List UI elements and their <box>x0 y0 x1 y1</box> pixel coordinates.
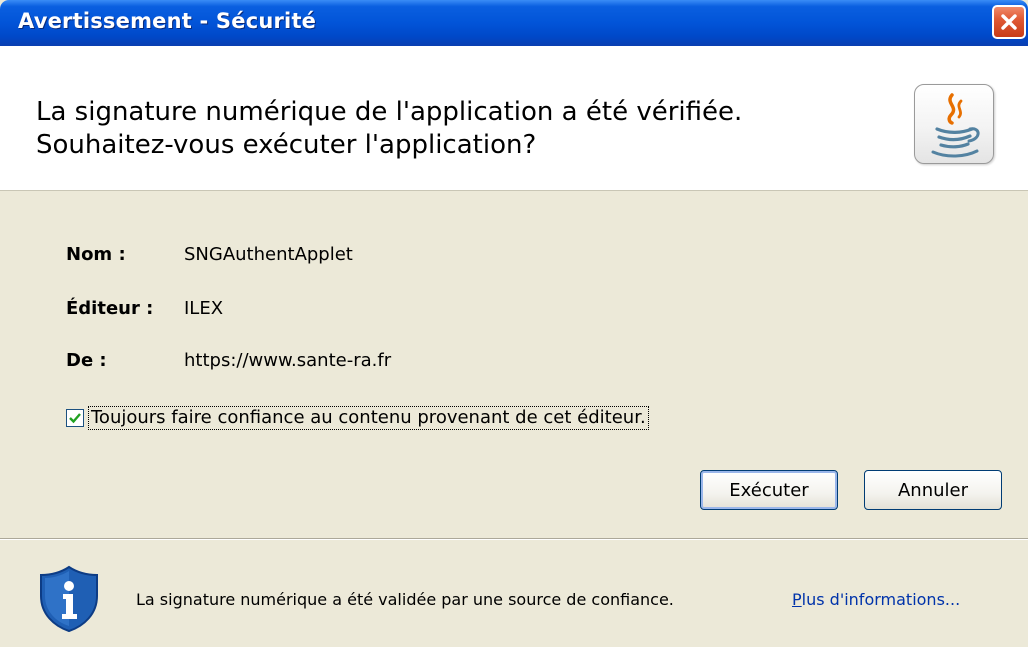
window-title: Avertissement - Sécurité <box>18 9 317 33</box>
cancel-button[interactable]: Annuler <box>864 470 1002 510</box>
header-line-1: La signature numérique de l'application … <box>36 97 743 127</box>
checkmark-icon <box>69 413 81 424</box>
trust-checkbox-row[interactable]: Toujours faire confiance au contenu prov… <box>66 405 649 431</box>
detail-publisher-label: Éditeur : <box>66 298 154 319</box>
header-line-2: Souhaitez-vous exécuter l'application? <box>36 130 537 160</box>
trust-checkbox-label[interactable]: Toujours faire confiance au contenu prov… <box>88 406 649 430</box>
detail-from-label: De : <box>66 350 107 371</box>
header-message: La signature numérique de l'application … <box>36 96 896 162</box>
trust-checkbox[interactable] <box>66 409 84 427</box>
more-info-link[interactable]: Plus d'informations... <box>792 590 960 609</box>
more-info-link-first: P <box>792 590 802 609</box>
java-logo-icon <box>914 84 994 164</box>
dialog-header: La signature numérique de l'application … <box>0 46 1028 191</box>
close-button[interactable] <box>992 5 1026 39</box>
shield-info-icon <box>40 565 98 633</box>
close-icon <box>1001 14 1017 30</box>
footer-message: La signature numérique a été validée par… <box>136 590 674 609</box>
detail-from-value: https://www.sante-ra.fr <box>184 350 392 371</box>
detail-name-value: SNGAuthentApplet <box>184 244 353 265</box>
detail-name-label: Nom : <box>66 244 126 265</box>
title-bar[interactable]: Avertissement - Sécurité <box>0 0 1028 46</box>
footer-divider <box>0 538 1028 540</box>
more-info-link-rest: lus d'informations... <box>801 590 961 609</box>
run-button[interactable]: Exécuter <box>700 470 838 510</box>
detail-publisher-value: ILEX <box>184 298 224 319</box>
